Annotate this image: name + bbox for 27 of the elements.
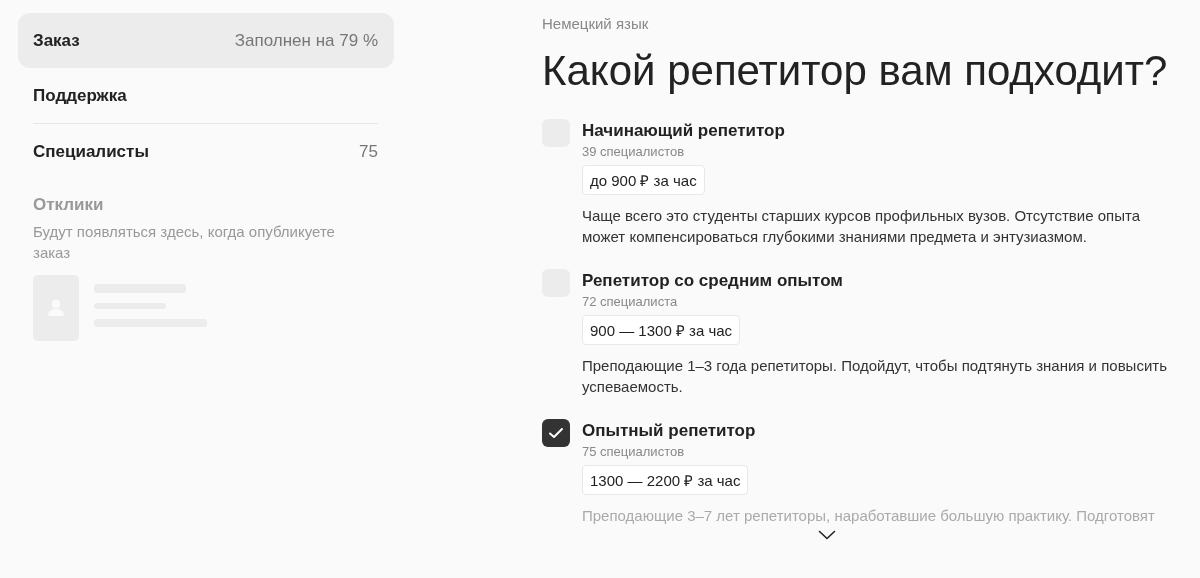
option-description: Чаще всего это студенты старших курсов профильных вузов. Отсутствие опыта может компенсироваться глубокими знаниями предмета и энтузиазмом. bbox=[582, 206, 1142, 247]
price-tag: 900 — 1300 ₽ за час bbox=[582, 315, 741, 345]
check-icon bbox=[548, 427, 564, 439]
page-title: Какой репетитор вам подходит? bbox=[542, 47, 1169, 95]
option-count: 39 специалистов bbox=[582, 144, 686, 159]
option-count: 75 специалистов bbox=[582, 444, 686, 459]
option-title: Опытный репетитор bbox=[582, 421, 757, 441]
section-title: Отклики bbox=[33, 195, 105, 215]
subject-label: Немецкий язык bbox=[542, 15, 650, 32]
checkbox[interactable] bbox=[542, 419, 570, 447]
sidebar-item-value: 75 bbox=[359, 141, 378, 162]
sidebar-item[interactable]: Поддержка bbox=[18, 68, 394, 123]
sidebar-item-value: Заполнен на 79 % bbox=[234, 30, 378, 51]
option-description: Преподающие 3–7 лет репетиторы, наработавшие большую практику. Подготовят bbox=[582, 506, 1155, 526]
sidebar-item-label: Поддержка bbox=[33, 85, 127, 106]
price-tag: 1300 — 2200 ₽ за час bbox=[582, 465, 749, 495]
option-count: 72 специалиста bbox=[582, 294, 679, 309]
sidebar-item-label: Заказ bbox=[33, 30, 80, 51]
chevron-down-icon[interactable] bbox=[818, 530, 836, 540]
price-tag: до 900 ₽ за час bbox=[582, 165, 705, 195]
option-description: Преподающие 1–3 года репетиторы. Подойдут, чтобы подтянуть знания и повысить успеваемость. bbox=[582, 356, 1168, 397]
option-title: Репетитор со средним опытом bbox=[582, 271, 844, 291]
sidebar-item[interactable]: Специалисты 75 bbox=[18, 124, 394, 179]
sidebar-item-label: Специалисты bbox=[33, 141, 149, 162]
section-hint: Будут появляться здесь, когда опубликуете заказ bbox=[33, 222, 336, 263]
sidebar-item[interactable]: Заказ Заполнен на 79 % bbox=[18, 13, 394, 68]
option-title: Начинающий репетитор bbox=[582, 121, 786, 141]
